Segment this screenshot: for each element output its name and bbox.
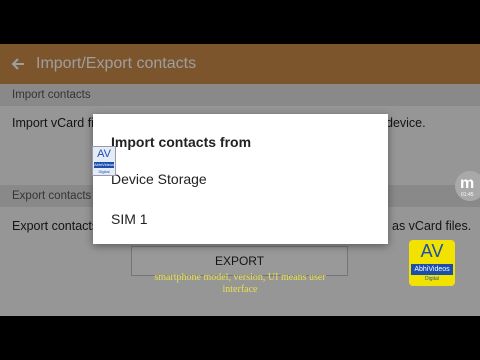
logo-letters: AV bbox=[420, 241, 444, 261]
logo-name: AbhiVideos bbox=[411, 264, 453, 275]
logo-small-sub: Digital bbox=[98, 169, 110, 174]
badge-time: 01:45 bbox=[461, 192, 474, 198]
badge-letter: m bbox=[460, 175, 475, 192]
logo-sub: Digital bbox=[425, 276, 439, 282]
watermark-badge: m 01:45 bbox=[455, 171, 480, 201]
dialog-title: Import contacts from bbox=[111, 134, 252, 150]
option-device-storage[interactable]: Device Storage bbox=[111, 171, 207, 187]
logo-small-name: AbhiVideos bbox=[94, 162, 115, 168]
logo-small-letters: AV bbox=[97, 148, 111, 160]
option-sim-1[interactable]: SIM 1 bbox=[111, 211, 148, 227]
import-source-dialog: Import contacts from Device Storage SIM … bbox=[93, 114, 388, 244]
channel-logo-small: AV AbhiVideos Digital bbox=[92, 146, 116, 176]
video-caption: smartphone model, version, UI means user… bbox=[154, 272, 326, 295]
channel-logo: AV AbhiVideos Digital bbox=[409, 240, 455, 286]
